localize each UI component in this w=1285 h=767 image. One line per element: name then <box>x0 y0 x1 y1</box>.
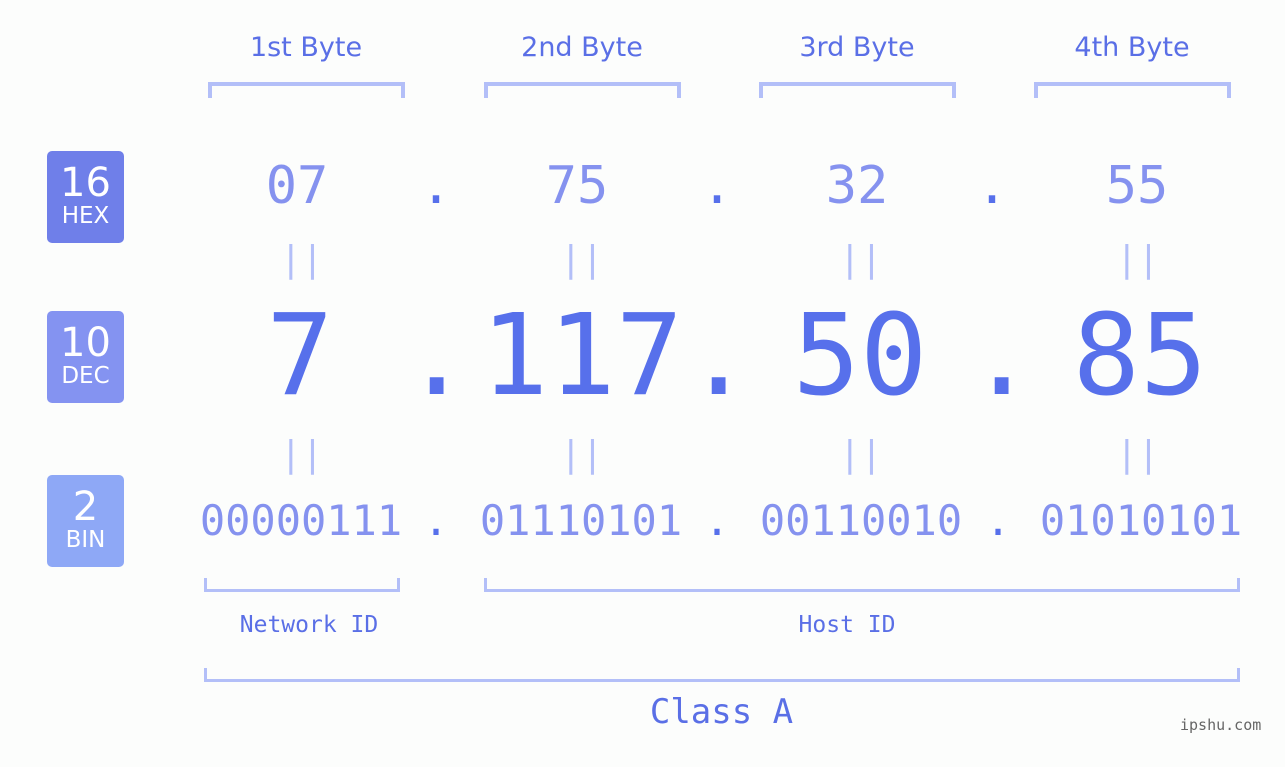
hex-byte-4: 55 <box>1105 156 1169 216</box>
class-label: Class A <box>649 692 794 732</box>
byte-bracket-1 <box>208 82 405 98</box>
equals-sign: || <box>1116 239 1160 280</box>
network-id-bracket <box>204 578 400 592</box>
equals-sign: || <box>560 239 604 280</box>
dec-byte-4: 85 <box>1072 291 1208 421</box>
hex-byte-3: 32 <box>825 156 889 216</box>
byte-label-4: 4th Byte <box>1074 32 1190 63</box>
network-id-label: Network ID <box>239 612 379 638</box>
bin-badge-label: BIN <box>65 527 106 553</box>
hex-badge-number: 16 <box>60 160 111 206</box>
equals-sign: || <box>560 434 604 475</box>
dec-byte-1: 7 <box>266 291 334 421</box>
dec-byte-2: 117 <box>480 291 684 421</box>
hex-badge-label: HEX <box>61 203 110 229</box>
equals-sign: || <box>280 239 324 280</box>
watermark: ipshu.com <box>1180 716 1262 734</box>
bin-byte-3: 00110010 <box>759 496 963 545</box>
dec-byte-3: 50 <box>792 291 928 421</box>
bin-byte-4: 01010101 <box>1039 496 1243 545</box>
bin-byte-2: 01110101 <box>479 496 683 545</box>
class-bracket <box>204 668 1240 682</box>
host-id-label: Host ID <box>798 612 896 638</box>
hex-dot-1: . <box>420 156 452 216</box>
byte-bracket-2 <box>484 82 681 98</box>
byte-label-3: 3rd Byte <box>799 32 915 63</box>
hex-dot-2: . <box>701 156 733 216</box>
equals-sign: || <box>1116 434 1160 475</box>
equals-sign: || <box>839 239 883 280</box>
hex-byte-2: 75 <box>545 156 609 216</box>
bin-dot-3: . <box>985 496 1011 545</box>
dec-badge-number: 10 <box>60 320 111 366</box>
hex-dot-3: . <box>976 156 1008 216</box>
equals-sign: || <box>280 434 324 475</box>
bin-byte-1: 00000111 <box>199 496 403 545</box>
host-id-bracket <box>484 578 1240 592</box>
equals-sign: || <box>839 434 883 475</box>
byte-bracket-3 <box>759 82 956 98</box>
byte-label-2: 2nd Byte <box>521 32 643 63</box>
dec-badge: 10 DEC <box>47 311 124 403</box>
dec-badge-label: DEC <box>61 363 110 389</box>
bin-badge-number: 2 <box>72 484 99 530</box>
byte-bracket-4 <box>1034 82 1231 98</box>
hex-byte-1: 07 <box>265 156 329 216</box>
bin-dot-1: . <box>423 496 449 545</box>
bin-dot-2: . <box>704 496 730 545</box>
byte-label-1: 1st Byte <box>249 32 363 63</box>
hex-badge: 16 HEX <box>47 151 124 243</box>
bin-badge: 2 BIN <box>47 475 124 567</box>
